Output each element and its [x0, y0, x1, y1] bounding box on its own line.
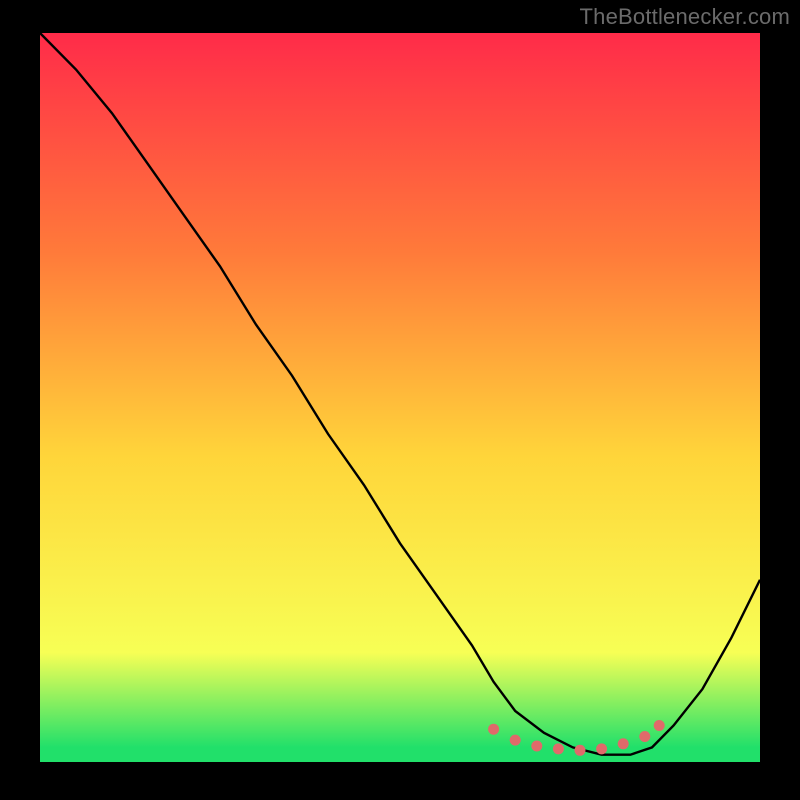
marker-dot — [488, 724, 499, 735]
marker-dot — [596, 743, 607, 754]
marker-dot — [654, 720, 665, 731]
marker-dot — [618, 738, 629, 749]
marker-dot — [510, 735, 521, 746]
gradient-background — [40, 33, 760, 762]
chart-svg — [40, 33, 760, 762]
marker-dot — [639, 731, 650, 742]
marker-dot — [553, 743, 564, 754]
chart-frame: TheBottlenecker.com — [0, 0, 800, 800]
marker-dot — [575, 745, 586, 756]
plot-area — [40, 33, 760, 762]
marker-dot — [531, 741, 542, 752]
watermark-text: TheBottlenecker.com — [580, 4, 790, 30]
